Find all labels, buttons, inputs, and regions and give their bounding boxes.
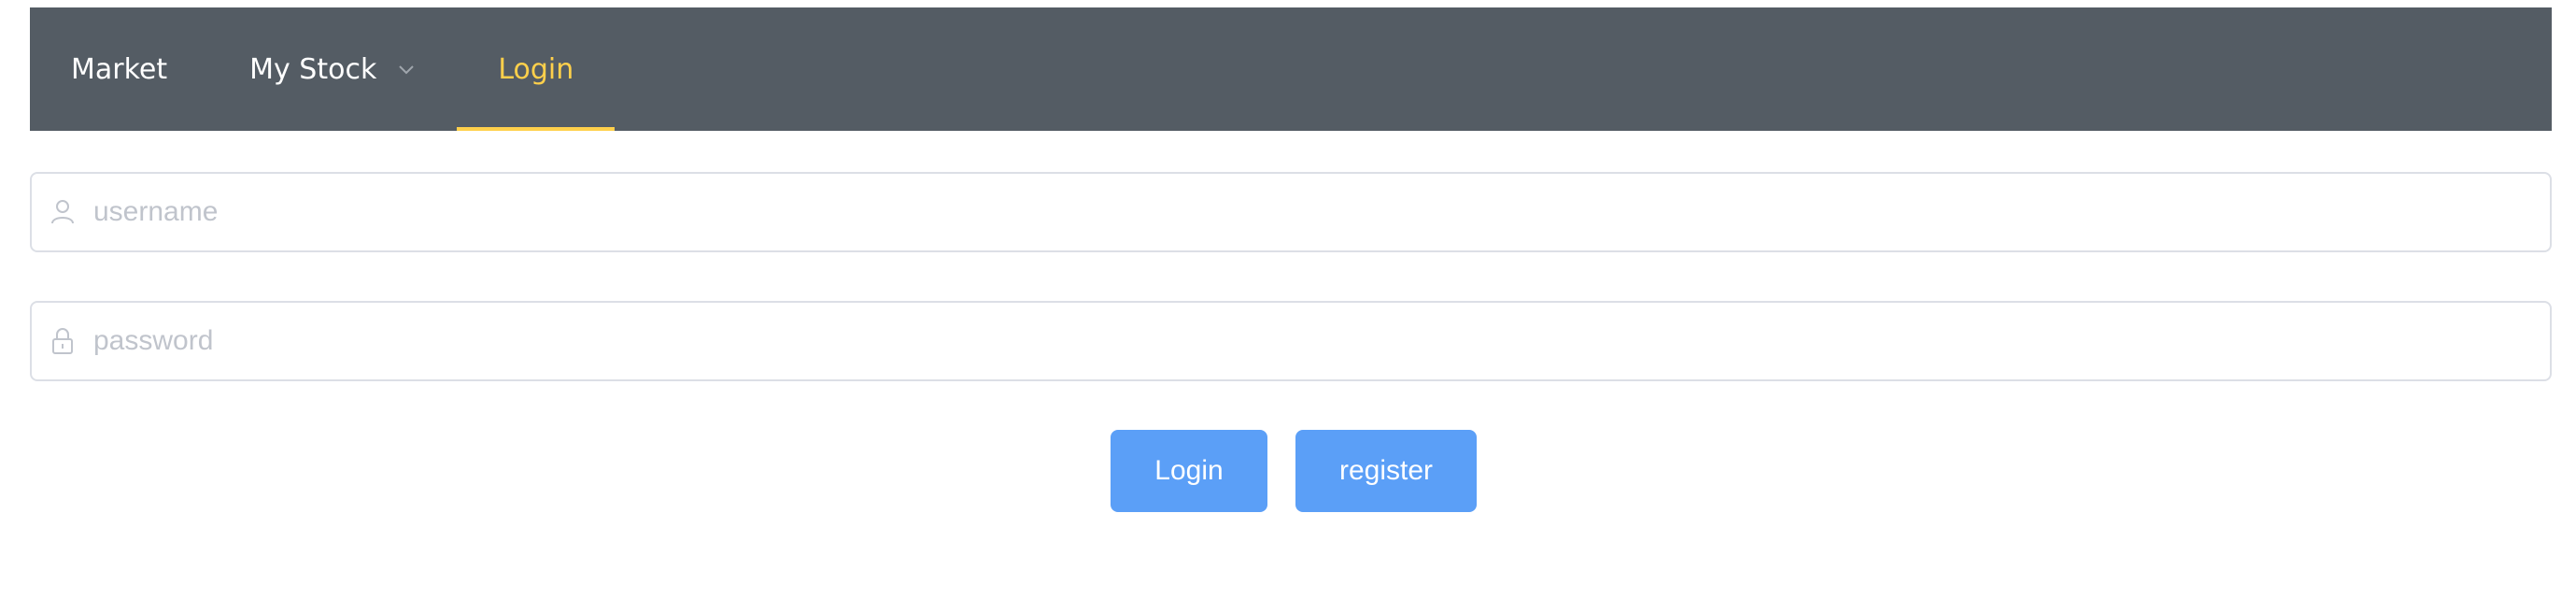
top-navbar: Market My Stock Login xyxy=(30,7,2552,131)
password-input[interactable] xyxy=(93,303,2550,379)
register-button[interactable]: register xyxy=(1295,430,1477,512)
lock-icon xyxy=(32,303,93,379)
username-input[interactable] xyxy=(93,174,2550,250)
button-row: Login register xyxy=(0,430,2576,512)
nav-item-label: My Stock xyxy=(249,52,377,86)
username-field[interactable] xyxy=(30,172,2552,252)
nav-item-label: Login xyxy=(498,52,574,86)
nav-item-login[interactable]: Login xyxy=(457,7,616,131)
page: Market My Stock Login username Login reg… xyxy=(0,0,2576,613)
nav-item-my-stock[interactable]: My Stock xyxy=(208,7,457,131)
password-field[interactable] xyxy=(30,301,2552,381)
user-icon xyxy=(32,174,93,250)
nav-item-market[interactable]: Market xyxy=(30,7,208,131)
login-button[interactable]: Login xyxy=(1111,430,1267,512)
nav-item-label: Market xyxy=(71,52,168,86)
chevron-down-icon xyxy=(397,60,416,78)
